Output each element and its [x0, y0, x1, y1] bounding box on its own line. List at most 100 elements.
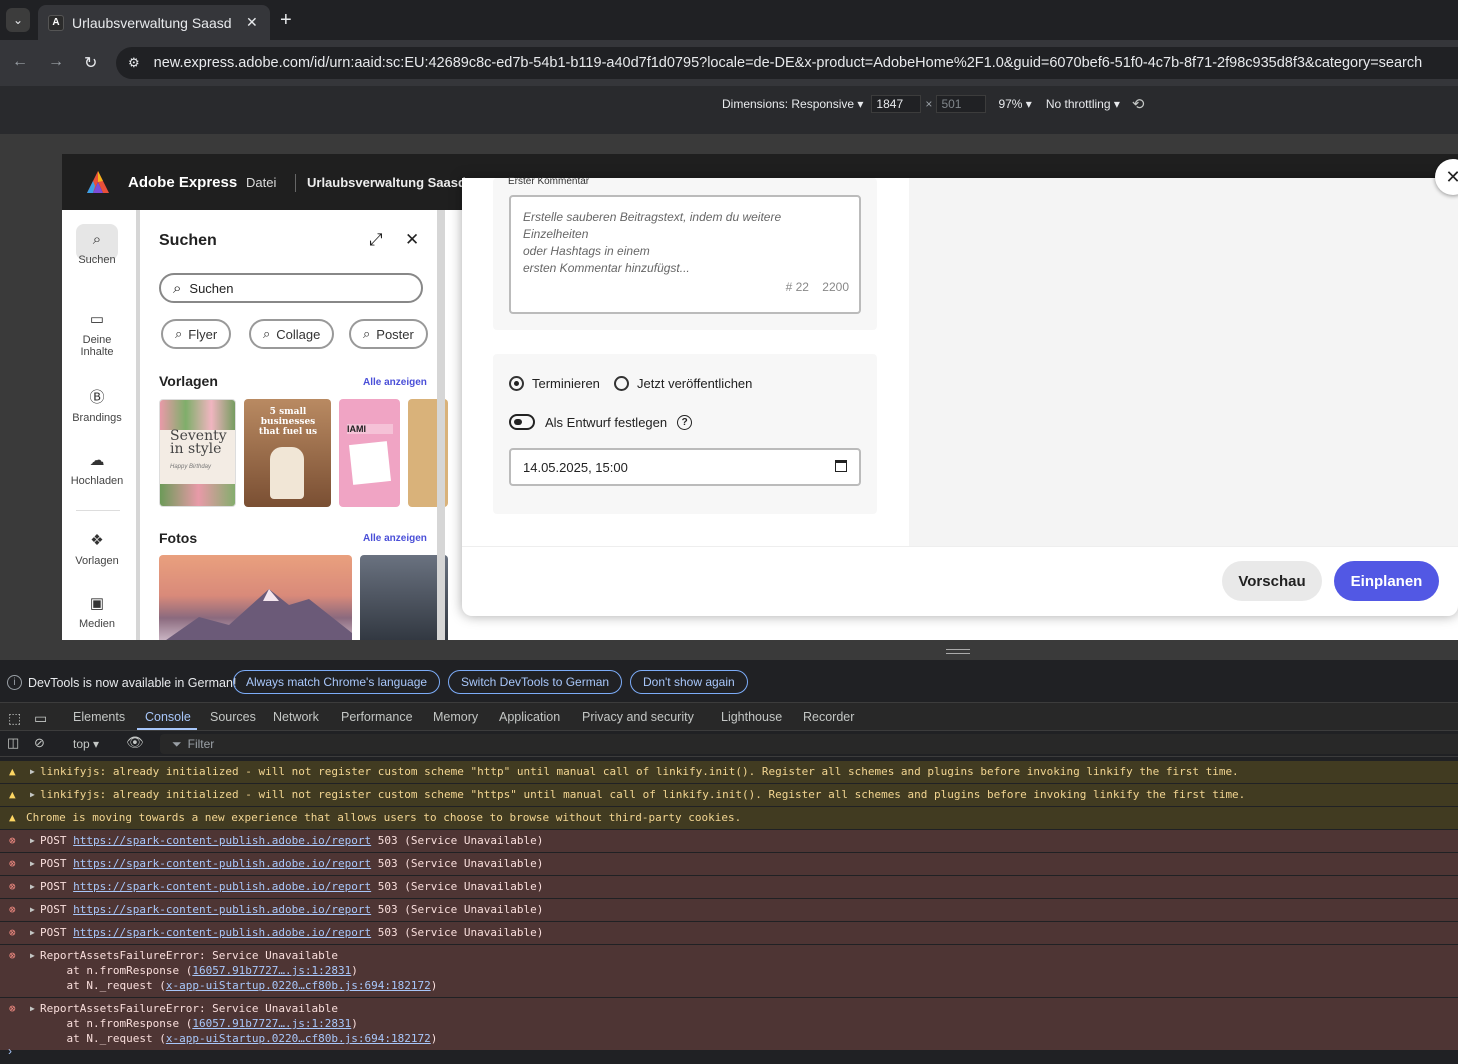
template-thumb[interactable]: IAMI — [339, 399, 400, 507]
tab-lighthouse[interactable]: Lighthouse — [721, 710, 782, 724]
tab-application[interactable]: Application — [499, 710, 560, 724]
tab-search-chevron-icon[interactable]: ⌄ — [6, 8, 30, 32]
expand-arrow-icon[interactable]: ▶ — [30, 764, 35, 779]
dont-show-again-button[interactable]: Don't show again — [630, 670, 748, 694]
radio-publish-now[interactable]: Jetzt veröffentlichen — [614, 376, 752, 391]
chip-collage[interactable]: ⌕ Collage — [249, 319, 335, 349]
inspect-element-icon[interactable]: ⬚ — [8, 710, 21, 727]
context-select[interactable]: top ▾ — [73, 737, 99, 751]
console-prompt[interactable]: › — [8, 1044, 12, 1058]
tab-close-icon[interactable]: ✕ — [246, 14, 258, 31]
stack-link[interactable]: 16057.91b7727….js:1:2831 — [192, 1017, 351, 1030]
templates-see-all-link[interactable]: Alle anzeigen — [363, 377, 427, 388]
console-message[interactable]: ▲ ▶ linkifyjs: already initialized - will … — [0, 761, 1458, 784]
tab-recorder[interactable]: Recorder — [803, 710, 854, 724]
console-message[interactable]: ⊗ ▶ POST https://spark-content-publish.ado… — [0, 922, 1458, 945]
expand-arrow-icon[interactable]: ▶ — [30, 948, 35, 963]
expand-arrow-icon[interactable]: ▶ — [30, 902, 35, 917]
message-link[interactable]: https://spark-content-publish.adobe.io/r… — [73, 880, 371, 893]
rail-item-brandings[interactable]: Ⓑ Brandings — [62, 388, 132, 424]
stack-link[interactable]: 16057.91b7727….js:1:2831 — [192, 964, 351, 977]
tab-console[interactable]: Console — [145, 710, 191, 724]
panel-scrollbar[interactable] — [437, 210, 445, 640]
template-thumb[interactable]: 5 small businesses that fuel us — [244, 399, 331, 507]
message-link[interactable]: https://spark-content-publish.adobe.io/r… — [73, 857, 371, 870]
console-message[interactable]: ⊗ ▶ POST https://spark-content-publish.ado… — [0, 876, 1458, 899]
tab-performance[interactable]: Performance — [341, 710, 413, 724]
address-bar[interactable]: ⚙ new.express.adobe.com/id/urn:aaid:sc:E… — [116, 47, 1458, 79]
expand-arrow-icon[interactable]: ▶ — [30, 787, 35, 802]
browser-tab[interactable]: A Urlaubsverwaltung Saasd ✕ — [38, 5, 270, 40]
console-message[interactable]: ▲ Chrome is moving towards a new experien… — [0, 807, 1458, 830]
first-comment-textarea[interactable]: Erstelle sauberen Beitragstext, indem du… — [509, 195, 861, 314]
console-message[interactable]: ⊗ ▶ ReportAssetsFailureError: Service Unav… — [0, 998, 1458, 1051]
zoom-select[interactable]: 97% ▾ — [998, 97, 1031, 111]
schedule-button[interactable]: Einplanen — [1334, 561, 1439, 601]
file-menu[interactable]: Datei — [246, 175, 276, 190]
adobe-express-logo-icon[interactable] — [86, 170, 110, 194]
dimensions-select[interactable]: Dimensions: Responsive ▾ — [722, 97, 863, 111]
chip-poster[interactable]: ⌕ Poster — [349, 319, 428, 349]
chip-flyer[interactable]: ⌕ Flyer — [161, 319, 232, 349]
sidebar-toggle-icon[interactable]: ◫ — [7, 735, 19, 751]
tab-privacy-security[interactable]: Privacy and security — [582, 710, 694, 724]
close-icon[interactable]: ✕ — [405, 230, 419, 250]
message-link[interactable]: https://spark-content-publish.adobe.io/r… — [73, 834, 371, 847]
width-input[interactable]: 1847 — [871, 95, 922, 113]
panel-search-input[interactable]: ⌕ Suchen — [159, 273, 423, 303]
rail-item-templates[interactable]: ❖ Vorlagen — [62, 531, 132, 567]
template-thumb[interactable]: Seventy in style Happy Birthday — [159, 399, 236, 507]
console-message[interactable]: ⊗ ▶ POST https://spark-content-publish.ado… — [0, 830, 1458, 853]
photos-see-all-link[interactable]: Alle anzeigen — [363, 533, 427, 544]
stack-link[interactable]: x-app-uiStartup.0220…cf80b.js:694:182172 — [166, 979, 431, 992]
rail-item-media[interactable]: ▣ Medien — [62, 594, 132, 630]
devtools-resize-handle[interactable] — [0, 640, 1458, 660]
tab-network[interactable]: Network — [273, 710, 319, 724]
console-message[interactable]: ⊗ ▶ POST https://spark-content-publish.ado… — [0, 853, 1458, 876]
stack-link[interactable]: x-app-uiStartup.0220…cf80b.js:694:182172 — [166, 1032, 431, 1045]
draft-toggle[interactable] — [509, 414, 535, 430]
calendar-icon[interactable] — [835, 460, 847, 472]
radio-unselected-icon — [614, 376, 629, 391]
rail-item-upload[interactable]: ☁ Hochladen — [62, 451, 132, 487]
eye-icon[interactable]: 👁 — [126, 734, 144, 751]
preview-button[interactable]: Vorschau — [1222, 561, 1322, 601]
tab-sources[interactable]: Sources — [210, 710, 256, 724]
expand-icon[interactable]: ⤢ — [369, 230, 383, 250]
expand-arrow-icon[interactable]: ▶ — [30, 1001, 35, 1016]
console-message[interactable]: ▲ ▶ linkifyjs: already initialized - will … — [0, 784, 1458, 807]
message-link[interactable]: https://spark-content-publish.adobe.io/r… — [73, 903, 371, 916]
photo-thumb-interior[interactable] — [360, 555, 448, 640]
schedule-datetime-input[interactable]: 14.05.2025, 15:00 — [509, 448, 861, 486]
site-info-icon[interactable]: ⚙ — [128, 55, 140, 71]
datetime-value: 14.05.2025, 15:00 — [523, 459, 628, 475]
expand-arrow-icon[interactable]: ▶ — [30, 879, 35, 894]
console-message[interactable]: ⊗ ▶ POST https://spark-content-publish.ado… — [0, 899, 1458, 922]
photo-thumb-mountain[interactable] — [159, 555, 352, 640]
expand-arrow-icon[interactable]: ▶ — [30, 925, 35, 940]
console-filter-input[interactable]: ⏷ Filter — [160, 734, 1458, 754]
device-toggle-icon[interactable]: ▭ — [34, 710, 47, 727]
rail-item-search[interactable]: ⌕ Suchen — [62, 230, 132, 266]
document-title[interactable]: Urlaubsverwaltung Saasde — [307, 175, 473, 190]
rail-item-your-content[interactable]: ▭ Deine Inhalte — [62, 310, 132, 358]
tab-elements[interactable]: Elements — [73, 710, 125, 724]
height-input[interactable]: 501 — [936, 95, 987, 113]
always-match-language-button[interactable]: Always match Chrome's language — [233, 670, 441, 694]
clear-console-icon[interactable]: ⊘ — [34, 735, 45, 751]
switch-to-german-button[interactable]: Switch DevTools to German — [448, 670, 623, 694]
forward-icon[interactable]: → — [48, 53, 64, 71]
tab-memory[interactable]: Memory — [433, 710, 478, 724]
hashtag-count: # 22 — [785, 280, 809, 294]
reload-icon[interactable]: ↻ — [84, 53, 97, 73]
back-icon[interactable]: ← — [12, 53, 28, 71]
help-icon[interactable]: ? — [677, 414, 693, 430]
throttling-select[interactable]: No throttling ▾ — [1046, 97, 1120, 111]
rotate-icon[interactable]: ⟲ — [1132, 95, 1145, 113]
radio-schedule[interactable]: Terminieren — [509, 376, 600, 391]
message-link[interactable]: https://spark-content-publish.adobe.io/r… — [73, 926, 371, 939]
new-tab-icon[interactable]: + — [280, 9, 292, 32]
expand-arrow-icon[interactable]: ▶ — [30, 856, 35, 871]
expand-arrow-icon[interactable]: ▶ — [30, 833, 35, 848]
console-message[interactable]: ⊗ ▶ ReportAssetsFailureError: Service Unav… — [0, 945, 1458, 998]
